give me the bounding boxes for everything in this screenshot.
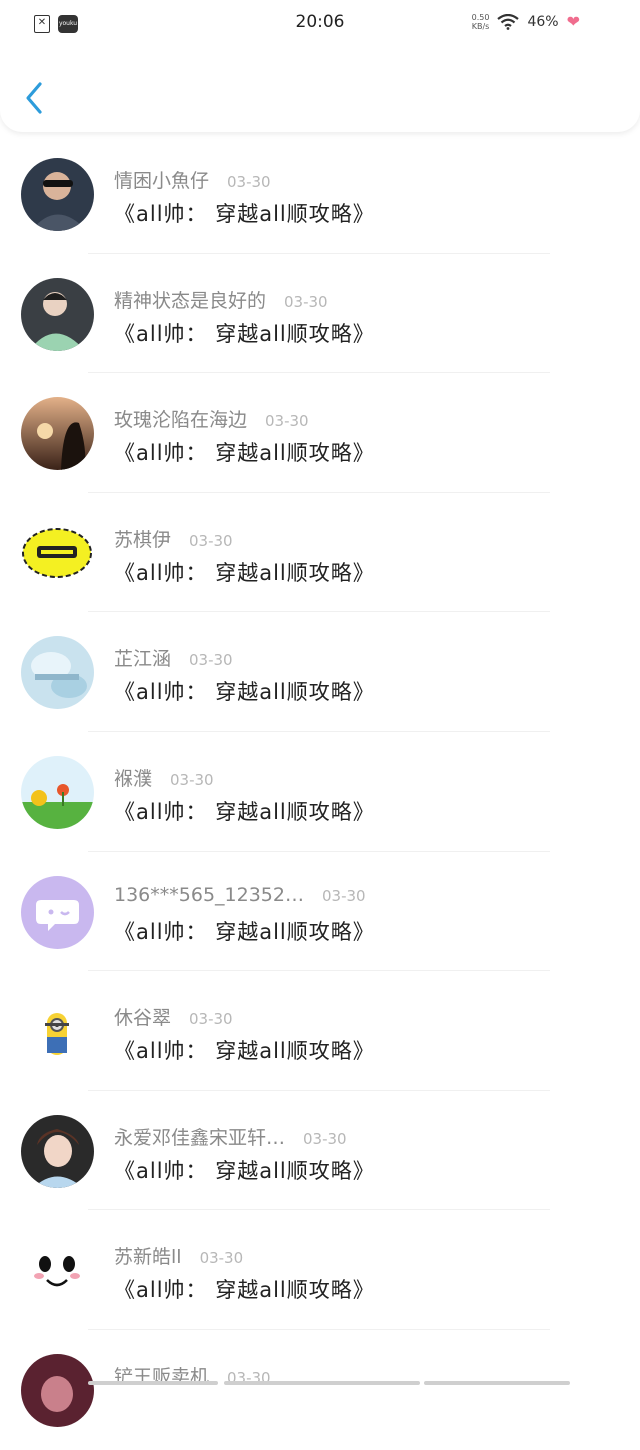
avatar[interactable] — [21, 755, 94, 829]
username[interactable]: 苏棋伊 — [114, 525, 171, 552]
list-item[interactable]: 休谷翠 03-30 《all帅： 穿越all顺攻略》 — [0, 971, 640, 1091]
list-item[interactable]: 精神状态是良好的 03-30 《all帅： 穿越all顺攻略》 — [0, 254, 640, 374]
avatar[interactable] — [21, 1234, 94, 1308]
comment-date: 03-30 — [189, 651, 233, 670]
avatar[interactable] — [21, 995, 94, 1069]
avatar[interactable] — [21, 158, 94, 231]
work-title[interactable]: 《all帅： 穿越all顺攻略》 — [114, 796, 375, 826]
avatar[interactable] — [21, 516, 94, 590]
username[interactable]: 玫瑰沦陷在海边 — [114, 405, 247, 432]
list-item[interactable]: 永爱邓佳鑫宋亚轩… 03-30 《all帅： 穿越all顺攻略》 — [0, 1091, 640, 1211]
work-title[interactable]: 《all帅： 穿越all顺攻略》 — [114, 676, 375, 706]
battery-heart-icon: ❤ — [566, 12, 580, 31]
comment-date: 03-30 — [170, 770, 214, 789]
comment-date: 03-30 — [227, 173, 271, 191]
list-item[interactable]: 苏新皓ll 03-30 《all帅： 穿越all顺攻略》 — [0, 1210, 640, 1330]
username[interactable]: 精神状态是良好的 — [114, 286, 266, 313]
work-title[interactable]: 《all帅： 穿越all顺攻略》 — [114, 1155, 375, 1185]
comment-date: 03-30 — [322, 886, 366, 905]
username[interactable]: 永爱邓佳鑫宋亚轩… — [114, 1123, 285, 1150]
work-title[interactable]: 《all帅： 穿越all顺攻略》 — [114, 1035, 375, 1065]
avatar[interactable] — [21, 1353, 94, 1427]
list-item[interactable]: 苏棋伊 03-30 《all帅： 穿越all顺攻略》 — [0, 493, 640, 613]
username[interactable]: 136***565_1235204… — [114, 884, 304, 906]
avatar[interactable] — [21, 636, 94, 710]
avatar[interactable] — [21, 277, 94, 351]
list-item[interactable]: 褓濮 03-30 《all帅： 穿越all顺攻略》 — [0, 732, 640, 852]
list-item[interactable]: 136***565_1235204… 03-30 《all帅： 穿越all顺攻略… — [0, 852, 640, 972]
avatar[interactable] — [21, 875, 94, 949]
work-title[interactable]: 《all帅： 穿越all顺攻略》 — [114, 318, 375, 348]
status-bar: ✕ youku 20:06 0.50 KB/s 46% ❤ — [0, 0, 640, 48]
work-title[interactable]: 《all帅： 穿越all顺攻略》 — [114, 198, 375, 228]
username[interactable]: 苏新皓ll — [114, 1242, 182, 1269]
top-header: ✕ youku 20:06 0.50 KB/s 46% ❤ — [0, 0, 640, 132]
list-item[interactable]: 情困小魚仔 03-30 《all帅： 穿越all顺攻略》 — [0, 134, 640, 254]
battery-level: 46% — [527, 13, 559, 30]
work-title[interactable]: 《all帅： 穿越all顺攻略》 — [114, 1274, 375, 1304]
comment-date: 03-30 — [189, 1010, 233, 1029]
wifi-icon — [497, 13, 520, 30]
username[interactable]: 芷江涵 — [114, 644, 171, 671]
comment-date: 03-30 — [284, 292, 328, 311]
comment-date: 03-30 — [303, 1129, 347, 1148]
back-button[interactable] — [22, 80, 48, 116]
comment-list: 情困小魚仔 03-30 《all帅： 穿越all顺攻略》 精神状态是良好的 03… — [0, 134, 640, 1450]
list-item[interactable]: 玫瑰沦陷在海边 03-30 《all帅： 穿越all顺攻略》 — [0, 373, 640, 493]
work-title[interactable]: 《all帅： 穿越all顺攻略》 — [114, 437, 375, 467]
username[interactable]: 情困小魚仔 — [114, 166, 209, 193]
avatar[interactable] — [21, 1114, 94, 1188]
work-title[interactable]: 《all帅： 穿越all顺攻略》 — [114, 916, 375, 946]
avatar[interactable] — [21, 397, 94, 471]
chevron-left-icon — [26, 82, 42, 114]
comment-date: 03-30 — [189, 531, 233, 550]
list-item[interactable]: 芷江涵 03-30 《all帅： 穿越all顺攻略》 — [0, 612, 640, 732]
network-speed: 0.50 KB/s — [471, 12, 490, 31]
list-item[interactable]: 铲王贩卖机 03-30 — [0, 1330, 640, 1450]
username[interactable]: 褓濮 — [114, 764, 152, 791]
bottom-scroll-indicator — [0, 1379, 640, 1387]
comment-date: 03-30 — [265, 412, 309, 431]
work-title[interactable]: 《all帅： 穿越all顺攻略》 — [114, 557, 375, 587]
username[interactable]: 休谷翠 — [114, 1003, 171, 1030]
comment-date: 03-30 — [199, 1249, 244, 1268]
